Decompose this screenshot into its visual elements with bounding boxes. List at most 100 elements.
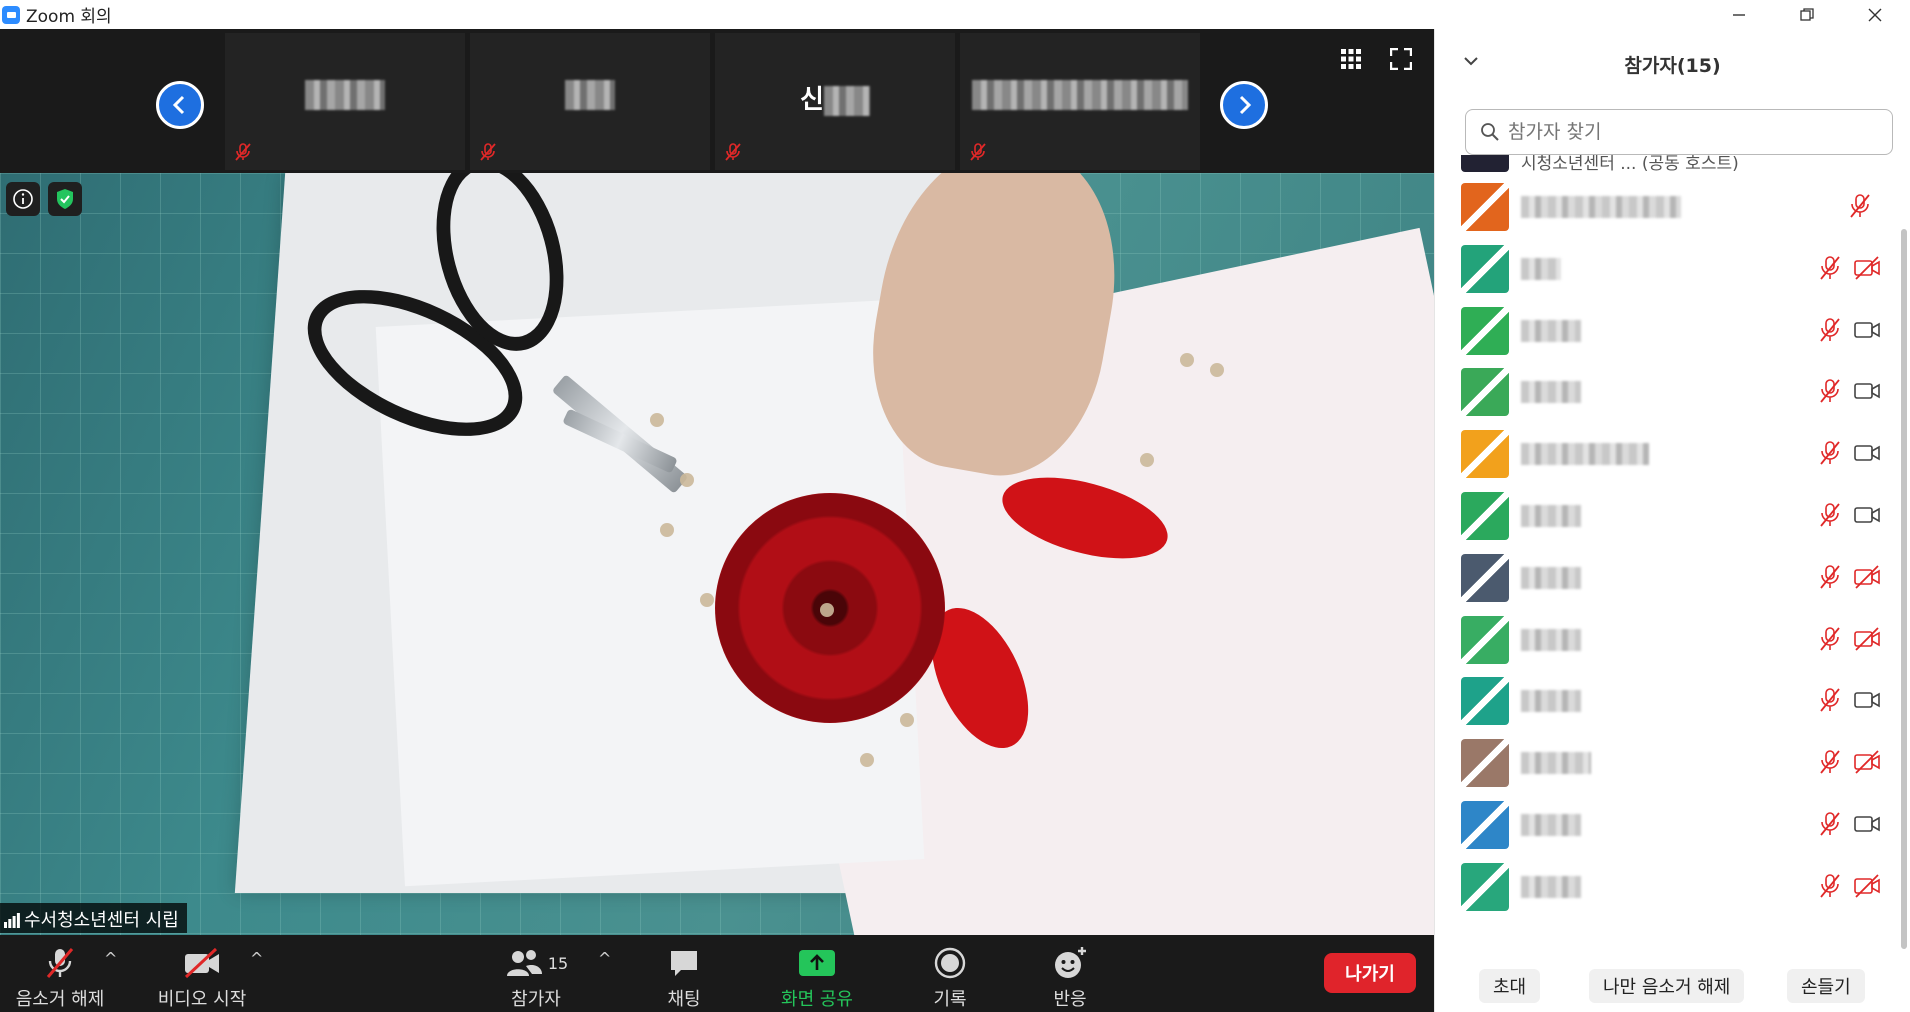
video-off-icon	[1854, 874, 1880, 898]
participants-options-caret[interactable]: ^	[598, 949, 611, 968]
restore-button[interactable]	[1778, 0, 1836, 29]
video-on-icon	[1854, 692, 1880, 709]
encryption-button[interactable]	[48, 182, 82, 216]
list-item[interactable]	[1461, 675, 1881, 727]
minimize-button[interactable]	[1710, 0, 1768, 29]
list-item[interactable]	[1461, 861, 1881, 913]
record-icon	[934, 947, 966, 979]
mic-muted-icon	[1820, 564, 1840, 589]
video-off-icon	[184, 947, 219, 979]
mic-muted-icon	[480, 143, 496, 161]
mic-muted-icon	[1820, 688, 1840, 712]
blurred-participant-name	[1521, 690, 1581, 713]
video-off-icon	[1854, 626, 1880, 651]
participant-thumbnail[interactable]: 신	[715, 33, 955, 170]
participant-thumbnail[interactable]	[225, 33, 465, 170]
participants-panel: 참가자(15) 시청소년센터 ... (공동 호스트) 초대 나만 음소거 해제…	[1434, 29, 1910, 1012]
video-on-icon	[1854, 507, 1880, 523]
avatar	[1461, 244, 1509, 293]
participants-label: 참가자	[511, 989, 561, 1010]
video-options-caret[interactable]: ^	[250, 949, 263, 968]
blurred-participant-name	[1521, 505, 1581, 527]
blurred-name	[823, 85, 870, 116]
invite-button[interactable]: 초대	[1479, 969, 1541, 1003]
mic-muted-icon	[1820, 873, 1840, 898]
close-button[interactable]	[1846, 0, 1904, 29]
record-button[interactable]: 기록	[920, 935, 980, 1012]
mic-muted-icon	[725, 143, 741, 161]
list-item[interactable]	[1461, 243, 1881, 295]
list-item[interactable]	[1461, 366, 1881, 418]
close-icon	[1868, 8, 1882, 21]
audio-options-caret[interactable]: ^	[104, 949, 117, 968]
mic-muted-icon	[1820, 750, 1840, 774]
participant-name: 신	[800, 85, 824, 115]
video-on-icon	[1854, 383, 1880, 400]
blurred-participant-name	[1521, 196, 1681, 218]
list-item[interactable]	[1461, 490, 1881, 542]
participant-search-input[interactable]	[1508, 121, 1868, 143]
unmute-me-button[interactable]: 나만 음소거 해제	[1589, 969, 1745, 1003]
unmute-label: 음소거 해제	[15, 989, 105, 1010]
minimize-icon	[1733, 13, 1745, 16]
blurred-participant-name	[1521, 257, 1561, 280]
video-off-icon	[1854, 565, 1880, 589]
blurred-participant-name	[1521, 319, 1581, 342]
leave-button[interactable]: 나가기	[1324, 953, 1416, 993]
chat-label: 채팅	[667, 989, 701, 1010]
blurred-participant-name	[1521, 814, 1581, 836]
panel-header: 참가자(15)	[1435, 29, 1910, 101]
participant-list: 시청소년센터 ... (공동 호스트)	[1435, 155, 1895, 957]
blurred-participant-name	[1521, 443, 1649, 466]
speaker-name: 수서청소년센터 시립	[24, 910, 179, 931]
participants-icon	[506, 950, 542, 976]
list-item[interactable]	[1461, 799, 1881, 851]
list-item[interactable]	[1461, 181, 1881, 233]
list-scrollbar[interactable]	[1901, 229, 1907, 949]
active-speaker-label: 수서청소년센터 시립	[0, 903, 187, 933]
share-screen-label: 화면 공유	[781, 989, 853, 1010]
prev-page-button[interactable]	[156, 81, 204, 129]
start-video-button[interactable]: 비디오 시작	[152, 935, 252, 1012]
main-video[interactable]	[0, 173, 1434, 935]
list-item[interactable]	[1461, 428, 1881, 480]
unmute-button[interactable]: 음소거 해제	[14, 935, 106, 1012]
next-page-button[interactable]	[1220, 81, 1268, 129]
list-item[interactable]	[1461, 305, 1881, 357]
meeting-info-button[interactable]	[6, 182, 40, 216]
fullscreen-button[interactable]	[1387, 45, 1415, 73]
raise-hand-button[interactable]: 손들기	[1787, 969, 1865, 1003]
start-video-label: 비디오 시작	[157, 989, 247, 1010]
share-screen-button[interactable]: 화면 공유	[772, 935, 862, 1012]
mic-muted-icon	[1820, 255, 1840, 280]
list-item[interactable]	[1461, 552, 1881, 604]
chat-button[interactable]: 채팅	[654, 935, 714, 1012]
mic-muted-icon	[970, 143, 986, 161]
fullscreen-icon	[1390, 48, 1412, 70]
list-item[interactable]: 시청소년센터 ... (공동 호스트)	[1461, 155, 1881, 175]
video-off-icon	[1854, 256, 1880, 280]
mic-muted-icon	[1820, 379, 1840, 403]
list-item[interactable]	[1461, 614, 1881, 666]
avatar	[1461, 306, 1509, 355]
reactions-button[interactable]: 반응	[1040, 935, 1100, 1012]
meeting-toolbar: 음소거 해제 ^ 비디오 시작 ^ 15 참가자 ^ 채팅 화면 공유 기록 반…	[0, 935, 1434, 1012]
blurred-name	[565, 79, 615, 110]
avatar	[1461, 183, 1509, 231]
gallery-view-button[interactable]	[1337, 45, 1365, 73]
avatar	[1461, 739, 1509, 788]
mic-muted-icon	[1820, 317, 1840, 342]
title-bar: Zoom 회의	[0, 0, 1910, 29]
restore-icon	[1800, 7, 1814, 21]
avatar	[1461, 615, 1509, 664]
signal-bars-icon	[4, 913, 20, 928]
avatar	[1461, 862, 1509, 911]
participants-button[interactable]: 15 참가자	[496, 935, 576, 1012]
participant-thumbnail[interactable]	[960, 33, 1200, 170]
list-item[interactable]	[1461, 737, 1881, 789]
record-label: 기록	[933, 989, 967, 1010]
participant-thumbnail[interactable]	[470, 33, 710, 170]
video-off-icon	[1854, 750, 1880, 774]
video-on-icon	[1854, 816, 1880, 832]
avatar	[1461, 430, 1509, 479]
